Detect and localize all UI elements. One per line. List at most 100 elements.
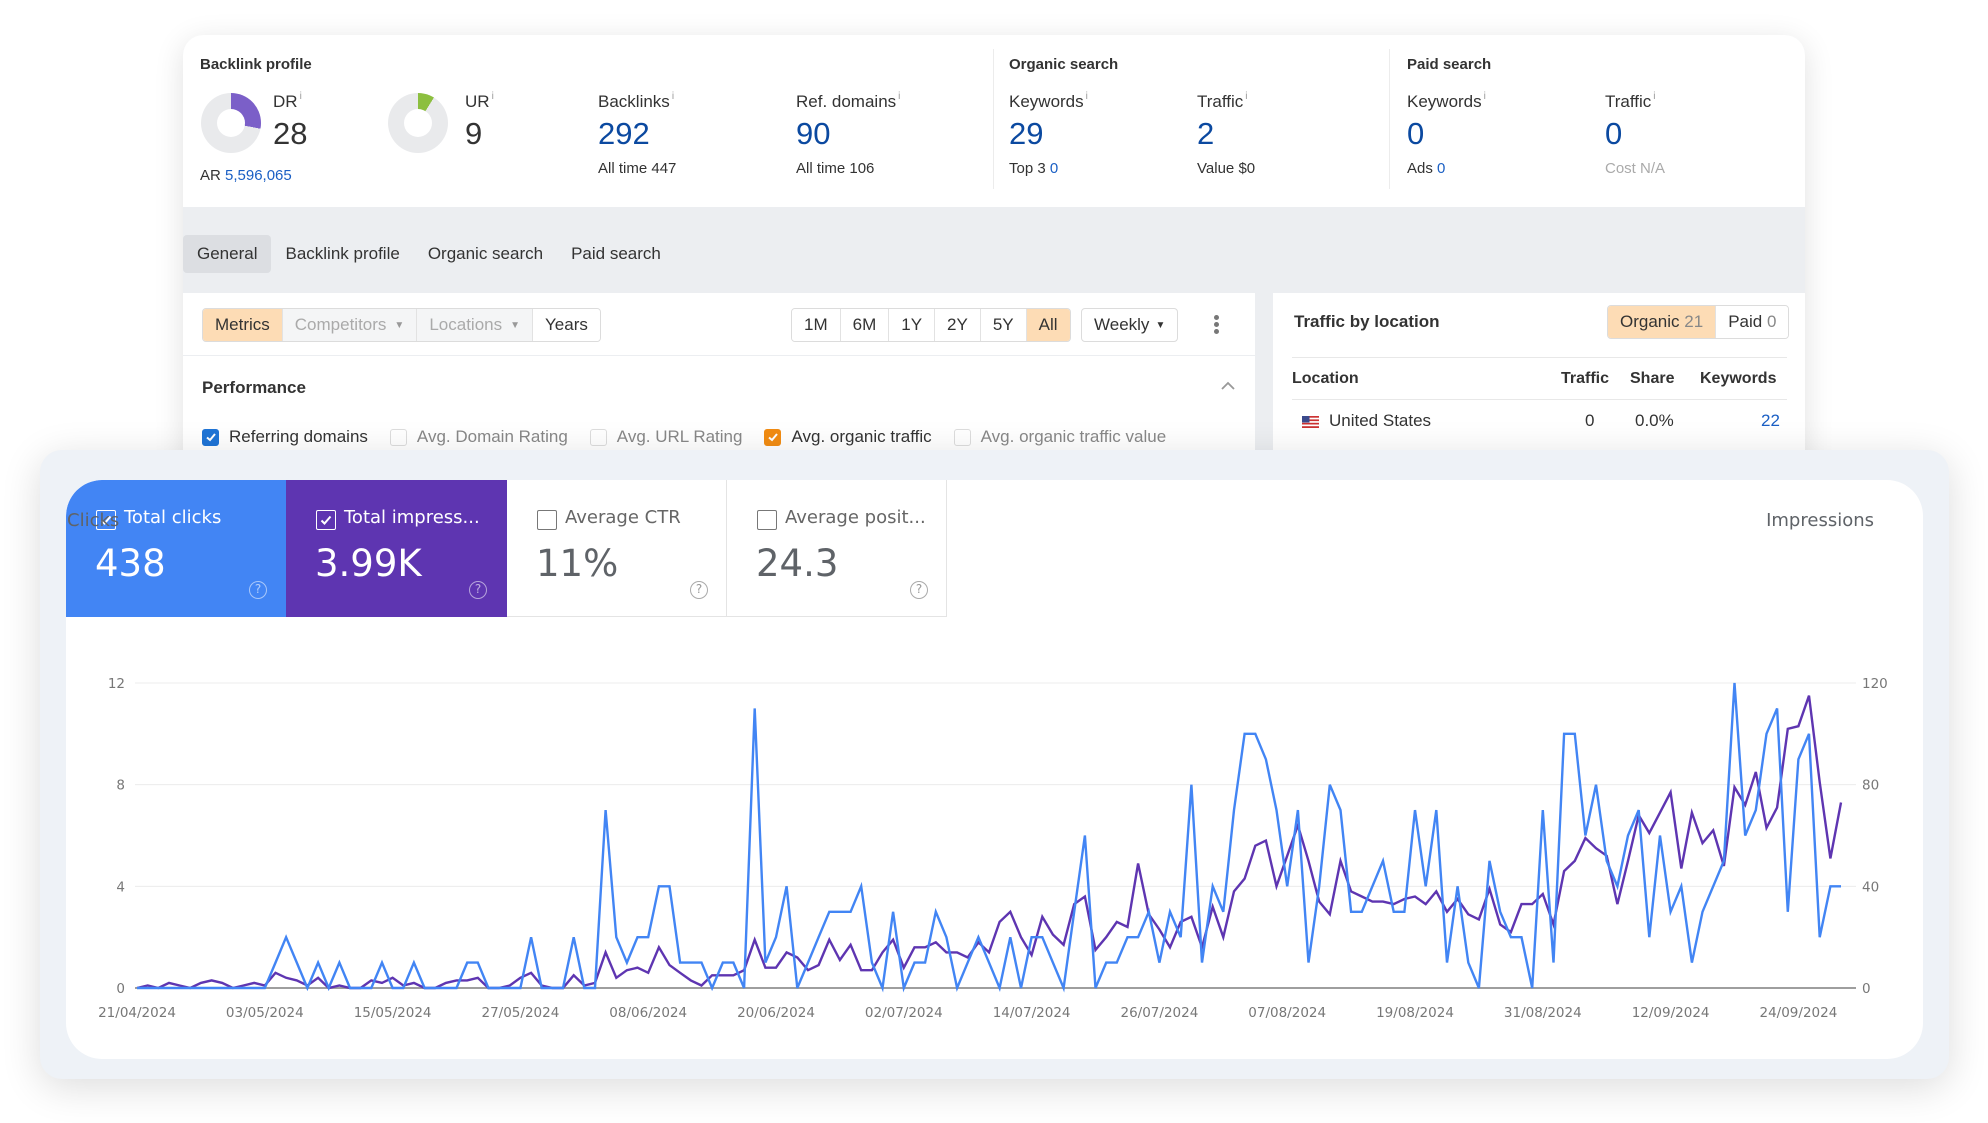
dr-donut-chart (201, 93, 261, 153)
organic-paid-toggle: Organic 21 Paid 0 (1607, 305, 1790, 339)
date-range-selector: 1M 6M 1Y 2Y 5Y All (791, 308, 1071, 342)
top3-value[interactable]: 0 (1050, 160, 1058, 177)
info-icon[interactable]: i (1653, 91, 1655, 102)
mode-label: Locations (429, 315, 503, 334)
info-icon[interactable]: i (300, 91, 302, 102)
divider (183, 355, 1255, 356)
checkbox-checked-icon[interactable] (764, 428, 782, 446)
checkbox-unchecked-icon[interactable] (389, 428, 407, 446)
paid-keywords-label: Keywords (1407, 92, 1482, 111)
left-axis-ticks: 0 4 8 12 (108, 676, 125, 997)
backlinks-value[interactable]: 292 (598, 116, 676, 152)
paid-keywords-metric[interactable]: Keywords i 0 Ads 0 (1407, 91, 1486, 177)
toggle-label: Paid (1728, 312, 1763, 331)
ur-donut-chart (388, 93, 448, 153)
checkbox-avg-domain-rating[interactable]: Avg. Domain Rating (389, 427, 568, 447)
chevron-up-icon[interactable] (1221, 379, 1235, 393)
x-tick-label: 03/05/2024 (226, 1005, 304, 1021)
dr-value: 28 (273, 116, 308, 151)
checkbox-checked-icon[interactable] (202, 428, 219, 446)
mode-metrics[interactable]: Metrics (203, 309, 282, 341)
checkbox-avg-url-rating[interactable]: Avg. URL Rating (589, 427, 743, 447)
info-icon[interactable]: i (492, 91, 494, 102)
series-lines (136, 682, 1843, 993)
toggle-label: Organic (1620, 312, 1680, 331)
checkbox-label: Avg. URL Rating (616, 427, 743, 446)
paid-traffic-value[interactable]: 0 (1605, 116, 1665, 152)
clicks-impressions-chart: Clicks Impressions 0 4 8 12 0 40 80 120 21/04/… (67, 510, 1888, 1021)
us-flag-icon (1302, 416, 1319, 428)
x-tick-label: 20/06/2024 (737, 1005, 815, 1021)
info-icon[interactable]: i (898, 91, 900, 102)
organic-search-section: Organic search Keywords i 29 Top 3 0 Traf… (993, 49, 1389, 189)
organic-keywords-value[interactable]: 29 (1009, 116, 1088, 152)
organic-traffic-value[interactable]: 2 (1197, 116, 1255, 152)
x-tick-label: 19/08/2024 (1376, 1005, 1454, 1021)
checkbox-referring-domains[interactable]: Referring domains (202, 427, 368, 447)
info-icon[interactable]: i (672, 91, 674, 102)
column-header-share[interactable]: Share (1630, 370, 1674, 388)
toggle-paid[interactable]: Paid 0 (1715, 306, 1789, 338)
organic-keywords-metric[interactable]: Keywords i 29 Top 3 0 (1009, 91, 1088, 177)
checkbox-label: Avg. organic traffic (791, 427, 932, 446)
ref-domains-value[interactable]: 90 (796, 116, 900, 152)
kebab-menu-icon[interactable] (1211, 313, 1221, 337)
x-tick-label: 31/08/2024 (1504, 1005, 1582, 1021)
ref-domains-metric[interactable]: Ref. domains i 90 All time 106 (796, 91, 900, 177)
checkbox-label: Referring domains (229, 427, 368, 446)
x-tick-label: 27/05/2024 (481, 1005, 559, 1021)
backlinks-metric[interactable]: Backlinks i 292 All time 447 (598, 91, 676, 177)
checkbox-avg-organic-traffic-value[interactable]: Avg. organic traffic value (953, 427, 1167, 447)
x-tick-label: 15/05/2024 (354, 1005, 432, 1021)
dropdown-caret-icon: ▼ (394, 320, 405, 331)
cost-label: Cost (1605, 160, 1636, 177)
ads-value[interactable]: 0 (1437, 160, 1445, 177)
checkbox-unchecked-icon[interactable] (589, 428, 607, 446)
toggle-count: 0 (1766, 312, 1777, 331)
ar-value[interactable]: 5,596,065 (225, 167, 292, 184)
ads-label: Ads (1407, 160, 1433, 177)
search-console-overlay: Total clicks 438 ? Total impress... 3.99… (40, 450, 1949, 1079)
top3-label: Top 3 (1009, 160, 1046, 177)
range-1y[interactable]: 1Y (888, 309, 935, 341)
column-header-keywords[interactable]: Keywords (1700, 370, 1776, 388)
tab-general[interactable]: General (183, 235, 272, 273)
range-all[interactable]: All (1025, 309, 1070, 341)
checkbox-label: Avg. organic traffic value (980, 427, 1167, 446)
ur-metric[interactable]: UR i 9 (465, 91, 494, 152)
range-2y[interactable]: 2Y (934, 309, 980, 341)
mode-competitors[interactable]: Competitors ▼ (281, 309, 417, 341)
column-header-location[interactable]: Location (1292, 370, 1359, 388)
tab-organic-search[interactable]: Organic search (414, 235, 557, 273)
range-5y[interactable]: 5Y (979, 309, 1026, 341)
interval-dropdown[interactable]: Weekly ▼ (1081, 308, 1179, 342)
ur-value: 9 (465, 116, 483, 151)
x-tick-label: 12/09/2024 (1632, 1005, 1710, 1021)
x-tick-label: 02/07/2024 (865, 1005, 943, 1021)
row-location[interactable]: United States (1329, 411, 1431, 431)
range-1m[interactable]: 1M (792, 309, 840, 341)
mode-locations[interactable]: Locations ▼ (416, 309, 533, 341)
mode-years[interactable]: Years (532, 309, 600, 341)
y-right-tick-label: 120 (1862, 676, 1888, 692)
info-icon[interactable]: i (1086, 91, 1088, 102)
info-icon[interactable]: i (1484, 91, 1486, 102)
checkbox-unchecked-icon[interactable] (953, 428, 971, 446)
row-keywords[interactable]: 22 (1761, 411, 1780, 431)
paid-keywords-value[interactable]: 0 (1407, 116, 1486, 152)
range-6m[interactable]: 6M (839, 309, 889, 341)
tab-paid-search[interactable]: Paid search (557, 235, 675, 273)
organic-keywords-label: Keywords (1009, 92, 1084, 111)
toggle-organic[interactable]: Organic 21 (1608, 306, 1716, 338)
paid-traffic-label: Traffic (1605, 92, 1652, 111)
paid-traffic-metric[interactable]: Traffic i 0 Cost N/A (1605, 91, 1665, 177)
tab-backlink-profile[interactable]: Backlink profile (271, 235, 413, 273)
info-icon[interactable]: i (1245, 91, 1247, 102)
dr-metric[interactable]: DR i 28 (273, 91, 307, 152)
organic-traffic-metric[interactable]: Traffic i 2 Value $0 (1197, 91, 1255, 177)
x-axis-ticks: 21/04/2024 03/05/2024 15/05/2024 27/05/2024… (98, 1005, 1837, 1021)
column-header-traffic[interactable]: Traffic (1561, 370, 1609, 388)
checkbox-avg-organic-traffic[interactable]: Avg. organic traffic (764, 427, 932, 447)
row-share: 0.0% (1635, 411, 1674, 430)
x-tick-label: 07/08/2024 (1248, 1005, 1326, 1021)
